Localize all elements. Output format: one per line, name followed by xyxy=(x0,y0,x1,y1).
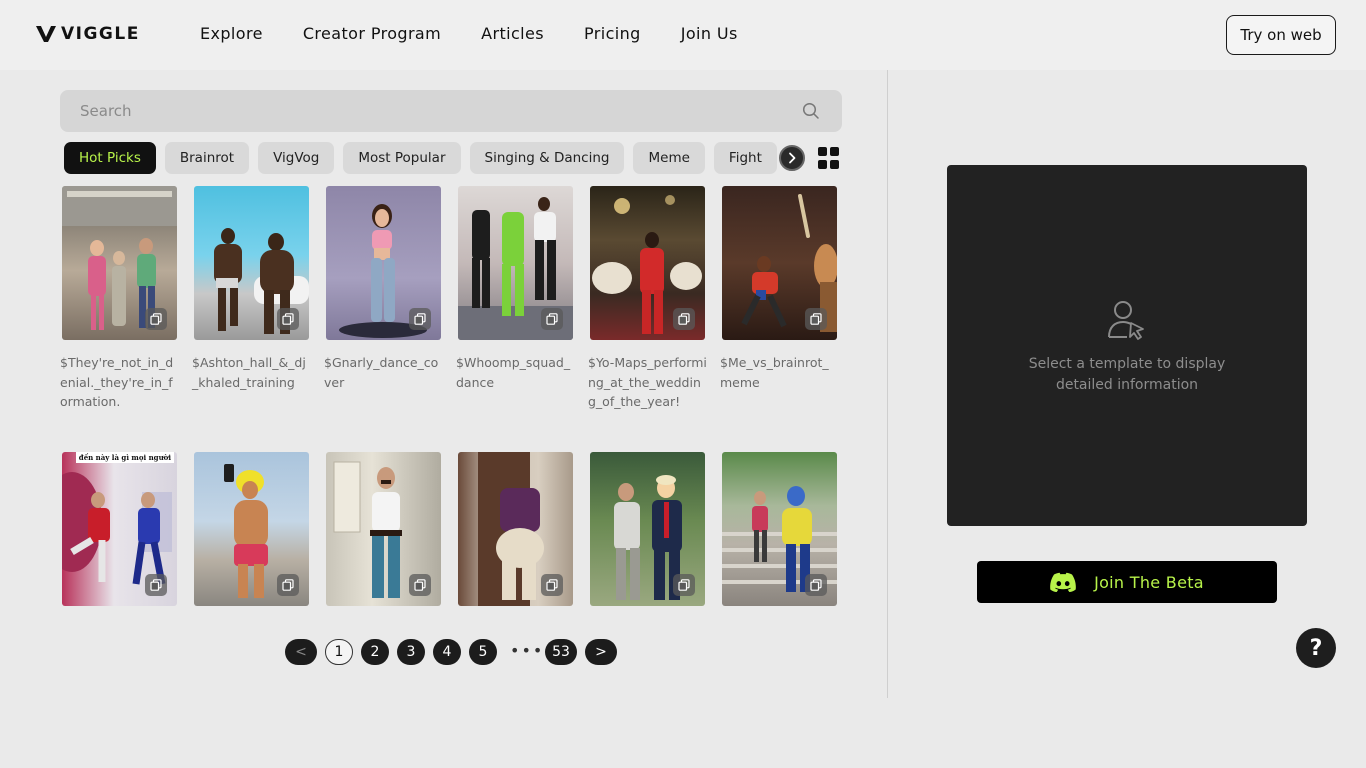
template-card[interactable] xyxy=(194,452,309,606)
template-card[interactable]: $Gnarly_dance_cover xyxy=(324,186,444,392)
nav-pricing[interactable]: Pricing xyxy=(584,24,641,43)
template-thumbnail[interactable] xyxy=(326,452,441,606)
template-thumbnail[interactable] xyxy=(194,186,309,340)
grid-cell xyxy=(830,159,839,169)
copy-icon[interactable] xyxy=(541,574,563,596)
page-button[interactable]: 3 xyxy=(397,639,425,665)
nav-articles[interactable]: Articles xyxy=(481,24,544,43)
template-title[interactable]: $Ashton_hall_&_dj_khaled_training xyxy=(192,353,312,392)
help-button[interactable]: ? xyxy=(1296,628,1336,668)
template-card[interactable]: $Ashton_hall_&_dj_khaled_training xyxy=(192,186,312,392)
grid-cell xyxy=(818,159,827,169)
detail-empty-message: Select a template to display detailed in… xyxy=(1028,356,1226,393)
tab-most-popular[interactable]: Most Popular xyxy=(343,142,461,174)
template-title[interactable]: $They're_not_in_denial._they're_in_forma… xyxy=(60,353,180,412)
pagination-ellipsis: ••• xyxy=(510,641,545,660)
try-on-web-button[interactable]: Try on web xyxy=(1226,15,1336,55)
copy-icon[interactable] xyxy=(145,308,167,330)
tab-brainrot[interactable]: Brainrot xyxy=(164,142,250,174)
page-button[interactable]: 4 xyxy=(433,639,461,665)
nav-join-us[interactable]: Join Us xyxy=(681,24,738,43)
copy-icon[interactable] xyxy=(277,308,299,330)
grid-cell xyxy=(818,147,827,156)
search-icon[interactable] xyxy=(802,102,820,120)
template-thumbnail[interactable] xyxy=(458,186,573,340)
template-title[interactable]: $Yo-Maps_performing_at_the_wedding_of_th… xyxy=(588,353,708,412)
top-header: VIGGLE Explore Creator Program Articles … xyxy=(0,0,1366,70)
search-bar xyxy=(60,90,842,132)
nav-explore[interactable]: Explore xyxy=(200,24,263,43)
template-thumbnail[interactable] xyxy=(326,186,441,340)
grid-cell xyxy=(830,147,839,156)
last-page-button[interactable]: 53 xyxy=(545,639,577,665)
copy-icon[interactable] xyxy=(541,308,563,330)
template-card[interactable]: $Whoomp_squad_dance xyxy=(456,186,576,392)
logo-text: VIGGLE xyxy=(61,24,140,44)
nav-creator-program[interactable]: Creator Program xyxy=(303,24,441,43)
search-input[interactable] xyxy=(80,90,780,132)
tab-meme[interactable]: Meme xyxy=(633,142,705,174)
template-card[interactable] xyxy=(590,452,705,606)
template-detail-panel: Select a template to display detailed in… xyxy=(947,165,1307,526)
prev-page-button[interactable]: < xyxy=(285,639,317,665)
discord-icon xyxy=(1050,572,1076,592)
next-page-button[interactable]: > xyxy=(585,639,617,665)
tabs-scroll-right-button[interactable] xyxy=(779,145,805,171)
template-card[interactable]: $Me_vs_brainrot_meme xyxy=(720,186,840,392)
template-thumbnail[interactable] xyxy=(458,452,573,606)
template-card[interactable] xyxy=(458,452,573,606)
template-card[interactable]: $They're_not_in_denial._they're_in_forma… xyxy=(60,186,180,412)
copy-icon[interactable] xyxy=(409,308,431,330)
copy-icon[interactable] xyxy=(409,574,431,596)
template-thumbnail[interactable] xyxy=(590,186,705,340)
viggle-logo[interactable]: VIGGLE xyxy=(35,24,140,44)
page-button[interactable]: 2 xyxy=(361,639,389,665)
template-card[interactable]: đến này là gì mọi người xyxy=(62,452,177,606)
template-card[interactable]: $Yo-Maps_performing_at_the_wedding_of_th… xyxy=(588,186,708,412)
main-nav: Explore Creator Program Articles Pricing… xyxy=(200,24,738,43)
template-card[interactable] xyxy=(722,452,837,606)
copy-icon[interactable] xyxy=(145,574,167,596)
template-card[interactable] xyxy=(326,452,441,606)
template-title[interactable]: $Whoomp_squad_dance xyxy=(456,353,576,392)
template-thumbnail[interactable] xyxy=(194,452,309,606)
copy-icon[interactable] xyxy=(805,308,827,330)
page-button[interactable]: 5 xyxy=(469,639,497,665)
tab-hot-picks[interactable]: Hot Picks xyxy=(64,142,156,174)
join-beta-button[interactable]: Join The Beta xyxy=(977,561,1277,603)
copy-icon[interactable] xyxy=(673,308,695,330)
grid-view-icon[interactable] xyxy=(818,147,840,169)
panel-divider xyxy=(887,70,888,698)
tab-vigvog[interactable]: VigVog xyxy=(258,142,335,174)
template-thumbnail[interactable] xyxy=(722,186,837,340)
copy-icon[interactable] xyxy=(805,574,827,596)
join-beta-label: Join The Beta xyxy=(1094,572,1204,592)
template-title[interactable]: $Gnarly_dance_cover xyxy=(324,353,444,392)
user-pointer-icon xyxy=(1108,301,1144,340)
copy-icon[interactable] xyxy=(277,574,299,596)
tab-fight[interactable]: Fight xyxy=(713,142,777,174)
tab-singing-dancing[interactable]: Singing & Dancing xyxy=(469,142,625,174)
template-thumbnail[interactable] xyxy=(722,452,837,606)
template-thumbnail[interactable] xyxy=(590,452,705,606)
template-thumbnail[interactable] xyxy=(62,186,177,340)
viggle-v-icon xyxy=(36,25,56,42)
page-button[interactable]: 1 xyxy=(325,639,353,665)
copy-icon[interactable] xyxy=(673,574,695,596)
template-thumbnail[interactable]: đến này là gì mọi người xyxy=(62,452,177,606)
chevron-right-icon xyxy=(789,152,796,164)
thumbnail-overlay-text: đến này là gì mọi người xyxy=(75,452,174,463)
template-title[interactable]: $Me_vs_brainrot_meme xyxy=(720,353,840,392)
category-tabs: Hot Picks Brainrot VigVog Most Popular S… xyxy=(64,142,802,174)
